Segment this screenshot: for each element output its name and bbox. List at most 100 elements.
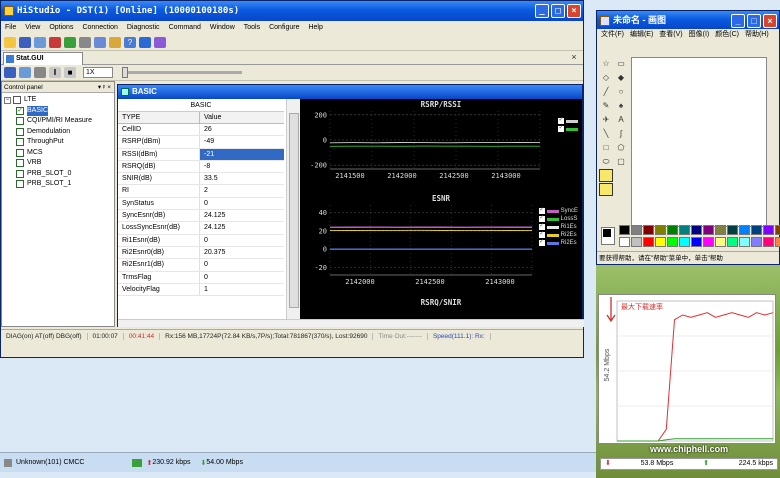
tree-item[interactable]: ✓ BASIC bbox=[4, 105, 112, 116]
palette-color[interactable] bbox=[643, 225, 654, 235]
palette-color[interactable] bbox=[679, 236, 690, 247]
tree-item[interactable]: PRB_SLOT_1 bbox=[4, 179, 112, 190]
maximize-button[interactable]: □ bbox=[747, 14, 761, 28]
tab-stat-gui[interactable]: Stat.GUI bbox=[3, 52, 83, 65]
menu-item-file[interactable]: File bbox=[5, 21, 16, 35]
legend-checkbox-icon[interactable]: ✓ bbox=[538, 239, 545, 246]
palette-color[interactable] bbox=[643, 236, 654, 247]
palette-color[interactable] bbox=[667, 225, 678, 235]
palette-color[interactable] bbox=[727, 225, 738, 235]
connect-icon[interactable] bbox=[64, 37, 76, 48]
menu-item-help[interactable]: Help bbox=[308, 21, 322, 35]
table-row[interactable]: SynStatus 0 bbox=[118, 197, 284, 211]
palette-color[interactable] bbox=[703, 236, 714, 247]
palette-color[interactable] bbox=[703, 225, 714, 235]
tree-item[interactable]: VRB bbox=[4, 158, 112, 169]
tree-item[interactable]: MCS bbox=[4, 148, 112, 159]
rectangle-icon[interactable]: □ bbox=[599, 141, 613, 154]
table-row[interactable]: Ri2Esnr0(dB) 20.375 bbox=[118, 246, 284, 260]
palette-color[interactable] bbox=[763, 236, 774, 247]
tree-item[interactable]: CQI/PMI/RI Measure bbox=[4, 116, 112, 127]
close-button[interactable]: × bbox=[763, 14, 777, 28]
column-header-value[interactable]: Value bbox=[200, 112, 221, 123]
free-select-icon[interactable]: ☆ bbox=[599, 57, 613, 70]
basic-titlebar[interactable]: BASIC bbox=[118, 85, 582, 99]
menu-item-view[interactable]: View bbox=[25, 21, 40, 35]
table-row[interactable]: VelocityFlag 1 bbox=[118, 283, 284, 297]
checkbox-icon[interactable] bbox=[16, 117, 24, 126]
main-titlebar[interactable]: HiStudio - DST(1) [Online] (10000100180s… bbox=[1, 1, 583, 21]
table-row[interactable]: Ri1Esnr(dB) 0 bbox=[118, 234, 284, 247]
palette-color[interactable] bbox=[727, 236, 738, 247]
line-icon[interactable]: ╲ bbox=[599, 127, 613, 140]
table-row[interactable]: RSRQ(dB) -8 bbox=[118, 160, 284, 174]
panel-close-icon[interactable]: ▾ ᵖ × bbox=[98, 82, 111, 93]
eraser-icon[interactable]: ◇ bbox=[599, 71, 613, 84]
checkbox-icon[interactable] bbox=[16, 169, 24, 178]
paint-canvas[interactable] bbox=[631, 57, 767, 227]
rounded-rect-icon[interactable]: ▢ bbox=[614, 155, 628, 168]
help-icon[interactable]: ? bbox=[124, 37, 136, 48]
table-row[interactable]: RSRP(dBm) -49 bbox=[118, 136, 284, 149]
legend-item[interactable]: ✓ Ri2Es bbox=[538, 239, 578, 247]
legend-checkbox-icon[interactable]: ✓ bbox=[538, 223, 545, 230]
menu-item-tools[interactable]: Tools bbox=[244, 21, 260, 35]
maximize-button[interactable]: □ bbox=[551, 4, 565, 18]
config-icon[interactable] bbox=[139, 37, 151, 48]
minimize-button[interactable]: _ bbox=[535, 4, 549, 18]
palette-color[interactable] bbox=[691, 225, 702, 235]
table-row[interactable]: RSSI(dBm) -21 bbox=[118, 148, 284, 161]
legend-item[interactable]: ✓ bbox=[558, 117, 578, 125]
palette-color[interactable] bbox=[775, 236, 780, 247]
palette-color[interactable] bbox=[715, 236, 726, 247]
text-icon[interactable]: A bbox=[614, 113, 628, 126]
print-icon[interactable] bbox=[34, 37, 46, 48]
collapse-icon[interactable]: − bbox=[4, 96, 11, 104]
palette-color[interactable] bbox=[655, 236, 666, 247]
palette-color[interactable] bbox=[739, 225, 750, 235]
grid-icon[interactable] bbox=[79, 37, 91, 48]
option-icon[interactable] bbox=[599, 183, 613, 196]
menu-item-diagnostic[interactable]: Diagnostic bbox=[127, 21, 160, 35]
tab-close-icon[interactable]: × bbox=[569, 52, 579, 62]
settings-icon[interactable] bbox=[34, 67, 46, 78]
paint-menu-item[interactable]: 文件(F) bbox=[601, 29, 624, 55]
ellipse-icon[interactable]: ⬭ bbox=[599, 155, 613, 168]
tree-item[interactable]: PRB_SLOT_0 bbox=[4, 169, 112, 180]
slider-handle[interactable] bbox=[122, 67, 128, 78]
legend-item[interactable]: ✓ Ri1Es bbox=[538, 223, 578, 231]
table-icon[interactable] bbox=[94, 37, 106, 48]
monitor-icon[interactable] bbox=[154, 37, 166, 48]
tree-root[interactable]: − LTE bbox=[4, 95, 112, 106]
tree-item[interactable]: ThroughPut bbox=[4, 137, 112, 148]
rect-select-icon[interactable]: ▭ bbox=[614, 57, 628, 70]
palette-color[interactable] bbox=[619, 225, 630, 235]
fill-icon[interactable]: ◆ bbox=[614, 71, 628, 84]
pause-icon[interactable]: ‖ bbox=[49, 67, 61, 78]
column-header-type[interactable]: TYPE bbox=[118, 112, 200, 123]
checkbox-icon[interactable] bbox=[16, 127, 24, 136]
save-icon[interactable] bbox=[4, 67, 16, 78]
legend-item[interactable]: ✓ LossS bbox=[538, 215, 578, 223]
stop-icon[interactable]: ■ bbox=[64, 67, 76, 78]
table-row[interactable]: SNIR(dB) 33.5 bbox=[118, 173, 284, 186]
timeline-slider[interactable] bbox=[122, 67, 242, 78]
curve-icon[interactable]: ∫ bbox=[614, 127, 628, 140]
close-button[interactable]: × bbox=[567, 4, 581, 18]
legend-item[interactable]: ✓ Ri2Es bbox=[538, 231, 578, 239]
picker-icon[interactable]: ╱ bbox=[599, 85, 613, 98]
palette-color[interactable] bbox=[751, 225, 762, 235]
checkbox-icon[interactable]: ✓ bbox=[16, 106, 24, 115]
table-row[interactable]: LossSyncEsnr(dB) 24.125 bbox=[118, 222, 284, 235]
menu-item-command[interactable]: Command bbox=[169, 21, 201, 35]
menu-item-window[interactable]: Window bbox=[210, 21, 235, 35]
palette-color[interactable] bbox=[667, 236, 678, 247]
palette-color[interactable] bbox=[751, 236, 762, 247]
table-row[interactable]: SyncEsnr(dB) 24.125 bbox=[118, 210, 284, 223]
airbrush-icon[interactable]: ✈ bbox=[599, 113, 613, 126]
paint-menu-item[interactable]: 图像(I) bbox=[689, 29, 710, 55]
legend-checkbox-icon[interactable]: ✓ bbox=[538, 207, 545, 214]
legend-item[interactable]: ✓ bbox=[558, 125, 578, 133]
palette-color[interactable] bbox=[655, 225, 666, 235]
paint-menu-item[interactable]: 编辑(E) bbox=[630, 29, 653, 55]
